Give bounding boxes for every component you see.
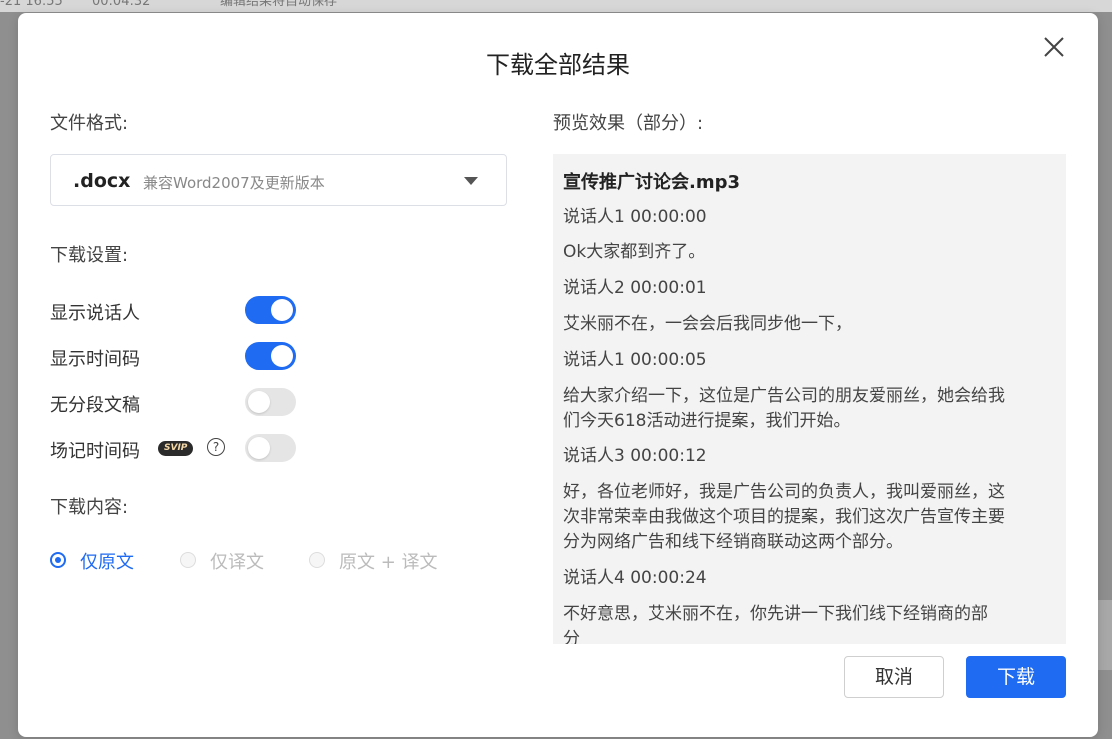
setting-no-paragraph: 无分段文稿: [50, 388, 310, 418]
setting-scene-timecode: 场记时间码 SVIP ?: [50, 434, 310, 464]
file-format-select[interactable]: .docx 兼容Word2007及更新版本: [50, 154, 507, 206]
radio-label: 仅原文: [80, 552, 134, 573]
background-timestamp: -21 16:55: [0, 0, 63, 9]
download-content-options: 仅原文 仅译文 原文 + 译文: [50, 548, 470, 574]
radio-dot: [180, 552, 196, 568]
preview-text-line: 好，各位老师好，我是广告公司的负责人，我叫爱丽丝，这: [563, 482, 1005, 502]
toggle-knob: [248, 391, 270, 413]
toggle-knob: [248, 437, 270, 459]
setting-label: 无分段文稿: [50, 395, 140, 416]
svip-badge: SVIP: [158, 441, 194, 456]
preview-text-line: 分为网络广告和线下经销商联动这两个部分。: [563, 532, 903, 552]
setting-label: 显示时间码: [50, 349, 140, 370]
setting-label: 显示说话人: [50, 303, 140, 324]
radio-label: 原文 + 译文: [339, 552, 438, 573]
toggle-knob: [271, 345, 293, 367]
help-icon[interactable]: ?: [207, 438, 225, 456]
preview-filename: 宣传推广讨论会.mp3: [563, 172, 741, 193]
radio-label: 仅译文: [210, 552, 264, 573]
setting-show-speaker: 显示说话人: [50, 296, 310, 326]
cancel-button[interactable]: 取消: [844, 656, 944, 698]
no-paragraph-toggle[interactable]: [245, 388, 296, 416]
dialog-title: 下载全部结果: [486, 51, 630, 79]
preview-speaker-line: 说话人2 00:00:01: [563, 278, 707, 298]
radio-dot: [309, 552, 325, 568]
scene-timecode-toggle[interactable]: [245, 434, 296, 462]
background-app-header: -21 16:55 00:04:32 编辑结果将自动保存: [0, 0, 1112, 12]
preview-text-line: Ok大家都到齐了。: [563, 242, 706, 262]
file-format-value: .docx: [73, 170, 131, 192]
download-button[interactable]: 下载: [966, 656, 1066, 698]
toggle-knob: [271, 299, 293, 321]
close-icon[interactable]: [1042, 35, 1066, 59]
preview-text-line: 不好意思，艾米丽不在，你先讲一下我们线下经销商的部: [563, 604, 988, 624]
setting-label: 场记时间码: [50, 441, 140, 462]
preview-speaker-line: 说话人3 00:00:12: [563, 446, 707, 466]
preview-text-line: 给大家介绍一下，这位是广告公司的朋友爱丽丝，她会给我: [563, 386, 1005, 406]
radio-dot: [50, 552, 66, 568]
download-dialog: 下载全部结果 文件格式: .docx 兼容Word2007及更新版本 下载设置:…: [18, 13, 1098, 737]
preview-text-line: 艾米丽不在，一会会后我同步他一下，: [563, 314, 852, 334]
show-timecode-toggle[interactable]: [245, 342, 296, 370]
file-format-label: 文件格式:: [50, 113, 129, 134]
setting-show-timecode: 显示时间码: [50, 342, 310, 372]
caret-down-icon: [464, 177, 478, 185]
download-content-label: 下载内容:: [50, 497, 129, 518]
preview-text-line: 分: [563, 629, 580, 644]
preview-speaker-line: 说话人1 00:00:00: [563, 207, 707, 227]
background-side-panel: [1098, 600, 1112, 670]
preview-text-line: 次非常荣幸由我做这个项目的提案，我们这次广告宣传主要: [563, 507, 1005, 527]
download-settings-label: 下载设置:: [50, 245, 129, 266]
preview-label: 预览效果（部分）:: [553, 113, 704, 134]
preview-speaker-line: 说话人4 00:00:24: [563, 568, 707, 588]
background-autosave-note: 编辑结果将自动保存: [220, 0, 338, 9]
background-duration: 00:04:32: [92, 0, 151, 9]
preview-speaker-line: 说话人1 00:00:05: [563, 350, 707, 370]
show-speaker-toggle[interactable]: [245, 296, 296, 324]
preview-panel[interactable]: 宣传推广讨论会.mp3 说话人1 00:00:00 Ok大家都到齐了。 说话人2…: [553, 154, 1066, 644]
file-format-description: 兼容Word2007及更新版本: [143, 174, 325, 192]
preview-text-line: 们今天618活动进行提案，我们开始。: [563, 411, 851, 431]
